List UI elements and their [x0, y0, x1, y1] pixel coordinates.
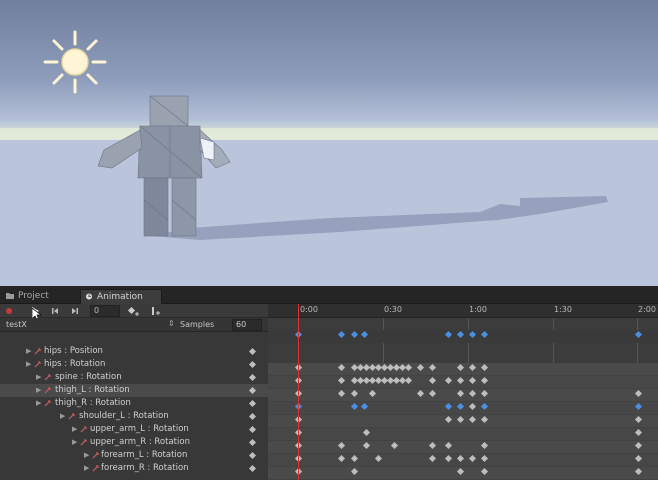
- dopesheet-row: [268, 454, 658, 467]
- keyframe-diamond-icon[interactable]: [248, 438, 257, 447]
- property-row[interactable]: ▶ upper_arm_L : Rotation: [0, 423, 268, 436]
- dopesheet-row: [268, 467, 658, 480]
- tab-project-label: Project: [18, 291, 49, 301]
- property-row[interactable]: ▶ hips : Rotation: [0, 358, 268, 371]
- dopesheet-row: [268, 389, 658, 402]
- expand-arrow-icon[interactable]: ▶: [84, 462, 92, 475]
- keyframe-diamond-icon[interactable]: [248, 360, 257, 369]
- expand-arrow-icon[interactable]: ▶: [84, 449, 92, 462]
- property-list: ▶ hips : Position ▶ hips : Rotation ▶ sp…: [0, 345, 268, 480]
- expand-arrow-icon[interactable]: ▶: [72, 423, 80, 436]
- expand-arrow-icon[interactable]: ▶: [36, 371, 44, 384]
- prev-keyframe-button[interactable]: [48, 305, 62, 317]
- transform-icon: [92, 465, 99, 472]
- prev-keyframe-icon: [52, 308, 58, 314]
- transform-icon: [80, 439, 87, 446]
- summary-row: [268, 330, 658, 343]
- tick-label: 0:30: [384, 305, 402, 314]
- playhead[interactable]: [298, 304, 299, 480]
- property-label: shoulder_L : Rotation: [79, 411, 169, 421]
- scene-viewport[interactable]: [0, 0, 658, 286]
- keyframe-diamond-icon[interactable]: [248, 347, 257, 356]
- tick-label: 0:00: [300, 305, 318, 314]
- dopesheet[interactable]: 0:00 0:30 1:00 1:30 2:00: [268, 304, 658, 480]
- animation-panel: Project Animation 0 testX ⇕ Samples 60 ▶…: [0, 286, 658, 480]
- keyframe-diamond-icon[interactable]: [248, 451, 257, 460]
- property-label: thigh_R : Rotation: [55, 398, 131, 408]
- property-row[interactable]: ▶ thigh_R : Rotation: [0, 397, 268, 410]
- property-label: forearm_R : Rotation: [101, 463, 189, 473]
- keyframe-diamond-icon[interactable]: [248, 373, 257, 382]
- tick-label: 1:00: [469, 305, 487, 314]
- expand-arrow-icon[interactable]: ▶: [26, 345, 34, 358]
- time-ruler[interactable]: 0:00 0:30 1:00 1:30 2:00: [268, 304, 658, 318]
- transform-icon: [44, 374, 51, 381]
- add-keyframe-icon: [127, 306, 139, 316]
- clip-selector[interactable]: testX: [6, 320, 27, 329]
- transform-icon: [34, 348, 41, 355]
- property-row-selected[interactable]: ▶ thigh_L : Rotation: [0, 384, 268, 397]
- record-icon: [6, 308, 12, 314]
- chevron-updown-icon[interactable]: ⇕: [168, 319, 175, 328]
- property-label: hips : Rotation: [44, 359, 106, 369]
- property-row[interactable]: ▶ upper_arm_R : Rotation: [0, 436, 268, 449]
- expand-arrow-icon[interactable]: ▶: [36, 397, 44, 410]
- next-keyframe-icon: [72, 308, 78, 314]
- expand-arrow-icon[interactable]: ▶: [26, 358, 34, 371]
- keyframe-diamond-icon[interactable]: [248, 399, 257, 408]
- transform-icon: [44, 400, 51, 407]
- property-label: upper_arm_R : Rotation: [90, 437, 190, 447]
- tab-project[interactable]: Project: [2, 289, 76, 304]
- expand-arrow-icon[interactable]: ▶: [60, 410, 68, 423]
- tick-label: 1:30: [554, 305, 572, 314]
- transform-icon: [34, 361, 41, 368]
- expand-arrow-icon[interactable]: ▶: [36, 384, 44, 397]
- scene-drawing: [0, 30, 658, 286]
- clip-bar: testX ⇕ Samples 60: [0, 318, 268, 332]
- keyframe-diamond-icon[interactable]: [248, 386, 257, 395]
- property-row[interactable]: ▶ forearm_R : Rotation: [0, 462, 268, 475]
- property-row[interactable]: ▶ spine : Rotation: [0, 371, 268, 384]
- property-label: upper_arm_L : Rotation: [90, 424, 189, 434]
- dopesheet-row: [268, 415, 658, 428]
- dopesheet-row: [268, 402, 658, 415]
- tab-animation[interactable]: Animation: [80, 289, 162, 304]
- next-keyframe-button[interactable]: [68, 305, 82, 317]
- property-row[interactable]: ▶ shoulder_L : Rotation: [0, 410, 268, 423]
- dopesheet-row: [268, 376, 658, 389]
- tick-label: 2:00: [638, 305, 656, 314]
- keyframe-diamond-icon[interactable]: [248, 412, 257, 421]
- expand-arrow-icon[interactable]: ▶: [72, 436, 80, 449]
- frame-field[interactable]: 0: [90, 305, 120, 317]
- tab-animation-label: Animation: [97, 292, 143, 302]
- tab-bar: Project Animation: [0, 286, 658, 304]
- record-button[interactable]: [2, 305, 16, 317]
- add-keyframe-button[interactable]: [126, 305, 142, 317]
- property-label: thigh_L : Rotation: [55, 385, 130, 395]
- clock-icon: [85, 293, 93, 300]
- dopesheet-row: [268, 428, 658, 441]
- samples-label: Samples: [180, 320, 215, 329]
- property-row[interactable]: ▶ forearm_L : Rotation: [0, 449, 268, 462]
- keyframe-diamond-icon[interactable]: [248, 425, 257, 434]
- folder-icon: [6, 293, 14, 299]
- directional-light-icon: [43, 30, 107, 94]
- keyframe-diamond-icon[interactable]: [248, 464, 257, 473]
- dopesheet-row: [268, 363, 658, 376]
- transform-icon: [68, 413, 75, 420]
- samples-field[interactable]: 60: [232, 319, 262, 331]
- transform-icon: [92, 452, 99, 459]
- add-event-icon: [152, 307, 160, 315]
- animation-toolbar: 0: [0, 304, 268, 322]
- property-label: hips : Position: [44, 346, 103, 356]
- add-event-button[interactable]: [148, 305, 164, 317]
- transform-icon: [80, 426, 87, 433]
- transform-icon: [44, 387, 51, 394]
- property-label: spine : Rotation: [55, 372, 122, 382]
- property-label: forearm_L : Rotation: [101, 450, 188, 460]
- dopesheet-row: [268, 441, 658, 454]
- property-row[interactable]: ▶ hips : Position: [0, 345, 268, 358]
